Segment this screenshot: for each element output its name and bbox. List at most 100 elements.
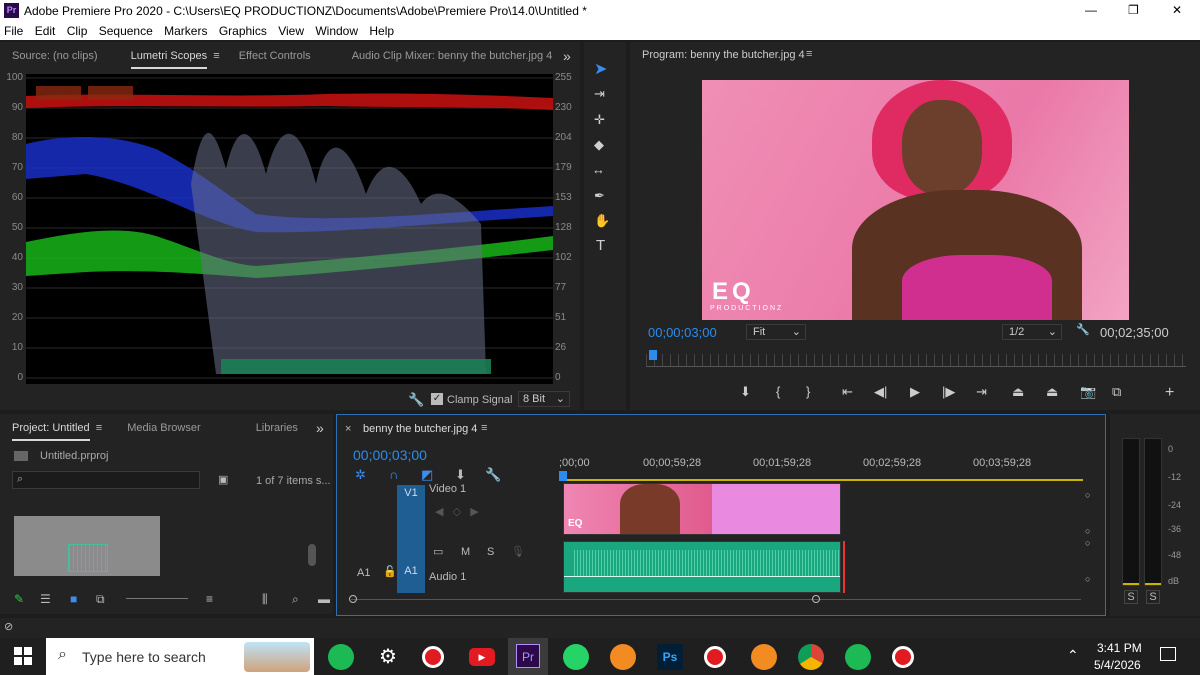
premiere-taskbar-icon[interactable]: Pr [508,638,548,675]
volume-rubber-band[interactable] [564,576,840,577]
go-to-out-icon[interactable]: ⇥ [976,384,987,400]
menu-edit[interactable]: Edit [35,24,56,38]
mute-button[interactable]: M [461,546,470,558]
microphone-icon[interactable]: 🎙 [511,545,525,558]
scroll-handle-right[interactable] [812,595,820,603]
menu-sequence[interactable]: Sequence [99,24,153,38]
maximize-button[interactable]: ❐ [1128,3,1139,17]
go-to-in-icon[interactable]: ⇤ [842,384,853,400]
v-scroll-handles[interactable]: ○ ○ ○ ○ [1085,489,1095,589]
solo-left-button[interactable]: S [1124,590,1138,604]
time-ruler[interactable]: ;00;00 00;00;59;28 00;01;59;28 00;02;59;… [559,457,1089,483]
play-icon[interactable]: ▶ [910,384,920,400]
fl-studio-icon-2[interactable] [751,644,777,670]
find-icon[interactable]: ⌕ [292,592,299,607]
spotify-icon[interactable] [328,644,354,670]
zoom-slider[interactable] [126,598,188,599]
tab-libraries[interactable]: Libraries [256,414,298,442]
photoshop-icon[interactable]: Ps [657,644,683,670]
program-title[interactable]: Program: benny the butcher.jpg 4 [642,49,805,61]
menu-clip[interactable]: Clip [67,24,88,38]
hand-tool-icon[interactable]: ✋ [594,213,610,229]
tab-media-browser[interactable]: Media Browser [127,414,200,442]
track-output-icon[interactable]: ▭ [433,545,443,558]
windows-start-icon[interactable] [14,647,32,665]
close-button[interactable]: ✕ [1172,3,1182,17]
razor-tool-icon[interactable]: ◆ [594,137,604,153]
project-scrollbar[interactable] [308,544,316,566]
scroll-handle-left[interactable] [349,595,357,603]
a1-source-patch[interactable]: A1 [397,541,425,593]
chrome-icon[interactable] [798,644,824,670]
playhead-marker[interactable] [649,350,657,360]
export-frame-icon[interactable]: 📷 [1080,384,1096,400]
resolution-select[interactable]: 1/2 ⌄ [1002,324,1062,340]
bit-depth-select[interactable]: 8 Bit ⌄ [518,391,570,407]
tab-lumetri-scopes[interactable]: Lumetri Scopes [130,45,208,69]
record-icon-3[interactable] [892,646,914,668]
icon-view-icon[interactable]: ■ [70,592,77,606]
solo-right-button[interactable]: S [1146,590,1160,604]
project-menu-icon[interactable]: ≡ [93,422,102,434]
status-icon[interactable]: ⊘ [4,620,13,633]
tabs-overflow-icon[interactable]: » [563,42,571,70]
program-menu-icon[interactable]: ≡ [806,48,812,60]
add-marker-icon[interactable]: ⬇ [740,384,751,400]
menu-window[interactable]: Window [315,24,358,38]
wrench-icon[interactable]: 🔧 [408,392,424,408]
a1-track-toggle[interactable]: A1 [357,567,370,579]
show-hidden-icons-icon[interactable]: ⌃ [1067,647,1079,664]
minimize-button[interactable]: — [1085,3,1097,17]
settings-gear-icon[interactable]: ⚙ [375,644,401,670]
selection-tool-icon[interactable]: ➤ [594,59,607,79]
clock-time[interactable]: 3:41 PM [1097,641,1142,655]
fl-studio-icon[interactable] [610,644,636,670]
timeline-timecode[interactable]: 00;00;03;00 [353,447,427,463]
program-timecode[interactable]: 00;00;03;00 [648,325,717,340]
menu-view[interactable]: View [278,24,304,38]
taskbar-search-box[interactable]: ⌕ Type here to search [46,638,314,675]
close-tab-icon[interactable]: × [345,423,351,435]
record-icon[interactable] [422,646,444,668]
timeline-tab[interactable]: benny the butcher.jpg 4 [363,423,477,435]
project-search-input[interactable]: ⌕ [12,471,200,489]
new-bin-icon[interactable]: ▬ [318,592,330,606]
ripple-edit-tool-icon[interactable]: ✛ [594,112,605,128]
freeform-view-icon[interactable]: ⧉ [96,592,105,607]
panel-menu-icon[interactable]: ≡ [210,50,219,62]
snap-icon[interactable]: ∩ [389,467,398,482]
program-ruler[interactable] [646,354,1186,366]
slip-tool-icon[interactable]: ↔ [592,162,605,177]
add-marker-icon[interactable]: ⬇ [455,467,466,483]
sort-icon[interactable]: ≡ [206,592,213,606]
spotify-icon-2[interactable] [845,644,871,670]
menu-markers[interactable]: Markers [164,24,207,38]
tabs-overflow-icon[interactable]: » [316,414,324,442]
media-thumbnail[interactable] [14,516,160,576]
notification-icon[interactable] [1160,647,1176,661]
menu-file[interactable]: File [4,24,23,38]
automate-icon[interactable]: ⫼ [262,592,268,607]
pencil-icon[interactable]: ✎ [14,592,24,606]
type-tool-icon[interactable]: T [596,237,605,254]
video-clip[interactable]: EQ [563,483,841,535]
tab-project[interactable]: Project: Untitled [12,417,90,441]
settings-wrench-icon[interactable]: 🔧 [485,467,501,483]
timeline-menu-icon[interactable]: ≡ [481,422,487,434]
audio-clip[interactable] [563,541,841,593]
track-select-tool-icon[interactable]: ⇥ [594,86,605,102]
zoom-scrollbar[interactable] [646,366,1186,372]
menu-help[interactable]: Help [369,24,394,38]
nest-icon[interactable]: ✲ [355,467,366,483]
lift-icon[interactable]: ⏏ [1012,384,1024,400]
solo-button[interactable]: S [487,546,494,558]
tab-audio-clip-mixer[interactable]: Audio Clip Mixer: benny the butcher.jpg … [352,42,553,70]
lock-icon[interactable]: 🔓 [383,565,397,578]
settings-wrench-icon[interactable]: 🔧 [1076,323,1090,336]
list-view-icon[interactable]: ☰ [40,592,51,606]
clock-date[interactable]: 5/4/2026 [1094,658,1141,672]
mark-in-icon[interactable]: { [776,384,780,399]
whatsapp-icon[interactable] [563,644,589,670]
step-forward-icon[interactable]: |▶ [942,384,955,400]
extract-icon[interactable]: ⏏ [1046,384,1058,400]
